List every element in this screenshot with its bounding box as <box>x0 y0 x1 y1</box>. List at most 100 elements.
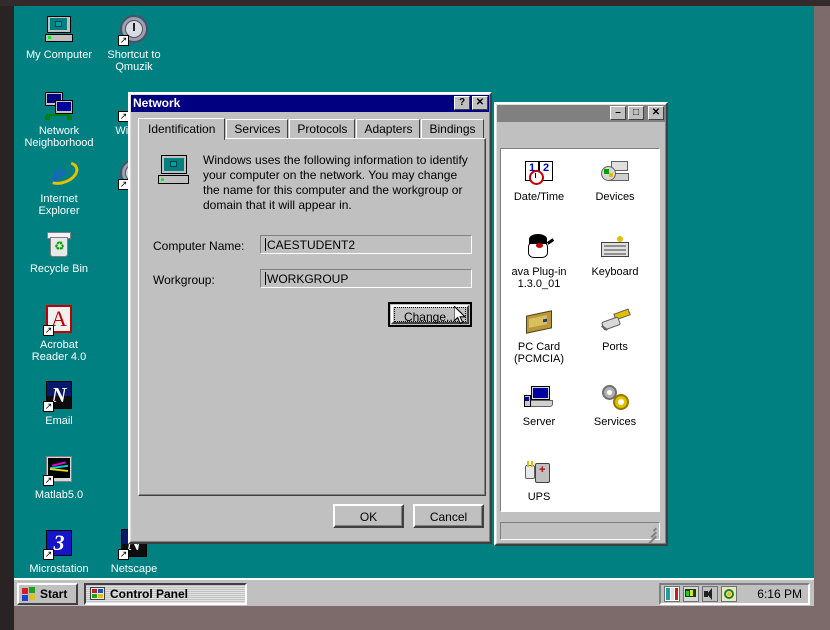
desktop-icon-email[interactable]: N ↗ Email <box>21 380 97 427</box>
cancel-button-label: Cancel <box>415 511 482 523</box>
netscape-mail-icon: N ↗ <box>43 380 75 412</box>
internet-explorer-icon: e <box>43 158 75 190</box>
computer-name-value: CAESTUDENT2 <box>260 235 472 254</box>
control-panel-menubar[interactable] <box>498 126 664 146</box>
control-panel-window[interactable]: – □ ✕ 12 Date/Time D <box>494 102 668 546</box>
acrobat-reader-icon: A ↗ <box>43 304 75 336</box>
computer-name-text: CAESTUDENT2 <box>267 238 355 252</box>
network-neighborhood-icon <box>43 90 75 122</box>
help-icon[interactable]: ? <box>454 96 470 110</box>
keyboard-icon <box>599 232 631 264</box>
control-panel-statusbar <box>500 522 660 540</box>
cp-item-label: Devices <box>595 191 634 203</box>
shortcut-arrow-icon: ↗ <box>43 549 54 560</box>
desktop-icon-my-computer[interactable]: My Computer <box>21 14 97 61</box>
network-tabs[interactable]: Identification Services Protocols Adapte… <box>138 120 485 138</box>
close-icon[interactable]: ✕ <box>648 106 664 120</box>
cp-item-keyboard[interactable]: Keyboard <box>579 232 651 278</box>
volume-icon[interactable] <box>702 586 718 602</box>
ok-button[interactable]: OK <box>333 504 404 528</box>
resize-grip-icon[interactable] <box>645 525 657 537</box>
identification-description: Windows uses the following information t… <box>203 153 469 213</box>
desktop-icon-microstation[interactable]: 3 ↗ Microstation <box>21 528 97 575</box>
network-monitor-icon[interactable] <box>683 586 699 602</box>
cp-item-date-time[interactable]: 12 Date/Time <box>503 157 575 203</box>
identification-tab-page: Windows uses the following information t… <box>138 138 486 496</box>
shortcut-arrow-icon: ↗ <box>118 549 129 560</box>
cp-item-label: Date/Time <box>514 191 564 203</box>
cp-item-label: Ports <box>602 341 628 353</box>
cp-item-label: UPS <box>528 491 551 503</box>
close-icon[interactable]: ✕ <box>472 96 488 110</box>
network-dialog[interactable]: Network ? ✕ Identification Services Prot… <box>128 92 492 544</box>
desktop-icon-acrobat-reader[interactable]: A ↗ Acrobat Reader 4.0 <box>21 304 97 363</box>
java-plugin-icon <box>523 232 555 264</box>
identification-description-row: Windows uses the following information t… <box>157 153 469 213</box>
desktop-icon-label: Internet Explorer <box>21 193 97 217</box>
desktop-icon-label: Netscape <box>96 563 172 575</box>
cp-item-ups[interactable]: + UPS <box>503 457 575 503</box>
qmuzik-icon: ↗ <box>118 14 150 46</box>
network-dialog-titlebar[interactable]: Network ? ✕ <box>130 94 490 112</box>
maximize-button[interactable]: □ <box>628 106 644 120</box>
shortcut-arrow-icon: ↗ <box>43 325 54 336</box>
minimize-button[interactable]: – <box>610 106 626 120</box>
workgroup-value: WORKGROUP <box>260 269 472 288</box>
start-button[interactable]: Start <box>17 583 78 605</box>
ports-icon <box>599 307 631 339</box>
cp-item-label: Services <box>594 416 636 428</box>
taskbar-item-control-panel[interactable]: Control Panel <box>84 583 247 605</box>
desktop-icon-internet-explorer[interactable]: e Internet Explorer <box>21 158 97 217</box>
cp-item-label: Keyboard <box>591 266 638 278</box>
ups-icon: + <box>523 457 555 489</box>
taskbar[interactable]: Start Control Panel <box>14 578 814 606</box>
shortcut-arrow-icon: ↗ <box>118 35 129 46</box>
screen: My Computer ↗ Shortcut to Qmuzik Network… <box>0 0 830 630</box>
matlab-icon: ↗ <box>43 454 75 486</box>
cp-item-devices[interactable]: Devices <box>579 157 651 203</box>
workgroup-label: Workgroup: <box>153 273 215 287</box>
desktop-icon-label: Microstation <box>21 563 97 575</box>
cp-item-ports[interactable]: Ports <box>579 307 651 353</box>
desktop-icon-network-neighborhood[interactable]: Network Neighborhood <box>21 90 97 149</box>
desktop-icon-label: Network Neighborhood <box>21 125 97 149</box>
desktop[interactable]: My Computer ↗ Shortcut to Qmuzik Network… <box>14 6 814 606</box>
system-tray[interactable]: 6:16 PM <box>659 583 810 605</box>
cp-item-server[interactable]: Server <box>503 382 575 428</box>
shortcut-arrow-icon: ↗ <box>43 475 54 486</box>
control-panel-icon-list[interactable]: 12 Date/Time Devices ava P <box>500 148 660 512</box>
display-properties-icon[interactable] <box>664 586 680 602</box>
computer-icon <box>157 155 191 187</box>
cp-item-pc-card[interactable]: PC Card (PCMCIA) <box>503 307 575 365</box>
desktop-icon-matlab[interactable]: ↗ Matlab5.0 <box>21 454 97 501</box>
computer-name-label: Computer Name: <box>153 239 244 253</box>
devices-icon <box>599 157 631 189</box>
desktop-icon-label: Matlab5.0 <box>21 489 97 501</box>
desktop-icon-label: Acrobat Reader 4.0 <box>21 339 97 363</box>
tab-identification[interactable]: Identification <box>138 118 225 140</box>
bezel-left-edge <box>0 0 14 630</box>
desktop-icon-label: Email <box>21 415 97 427</box>
control-panel-titlebar[interactable]: – □ ✕ <box>496 104 666 122</box>
tab-services[interactable]: Services <box>226 119 288 138</box>
cp-item-java-plugin[interactable]: ava Plug-in 1.3.0_01 <box>503 232 575 290</box>
cancel-button[interactable]: Cancel <box>413 504 484 528</box>
taskbar-item-label: Control Panel <box>110 587 188 601</box>
cp-item-label: ava Plug-in 1.3.0_01 <box>511 266 566 290</box>
change-button[interactable]: Change... <box>388 302 472 327</box>
shortcut-arrow-icon: ↗ <box>43 401 54 412</box>
tab-protocols[interactable]: Protocols <box>289 119 355 138</box>
desktop-icon-shortcut-to-qmuzik[interactable]: ↗ Shortcut to Qmuzik <box>96 14 172 73</box>
norton-icon[interactable] <box>721 586 737 602</box>
pc-card-icon <box>523 307 555 339</box>
workgroup-text: WORKGROUP <box>267 272 348 286</box>
network-dialog-title: Network <box>133 94 452 112</box>
desktop-icon-label: Recycle Bin <box>21 263 97 275</box>
tab-adapters[interactable]: Adapters <box>356 119 420 138</box>
desktop-icon-recycle-bin[interactable]: ♻ Recycle Bin <box>21 228 97 275</box>
taskbar-clock: 6:16 PM <box>757 587 802 601</box>
recycle-bin-icon: ♻ <box>43 228 75 260</box>
cp-item-services[interactable]: Services <box>579 382 651 428</box>
ok-button-label: OK <box>335 511 402 523</box>
tab-bindings[interactable]: Bindings <box>421 119 483 138</box>
